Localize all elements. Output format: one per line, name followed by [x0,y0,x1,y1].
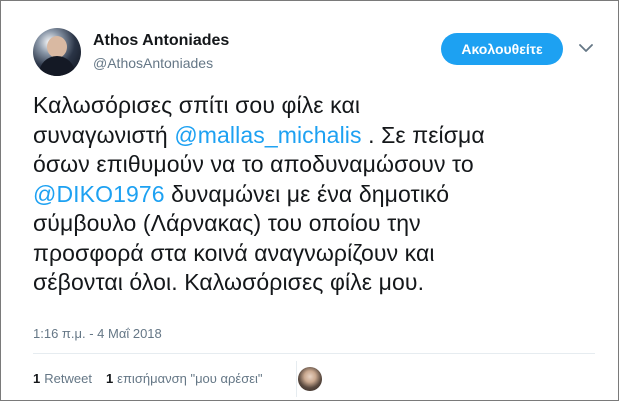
tweet-line: σέβονται όλοι. Καλωσόρισες φίλε μου. [33,268,593,298]
like-count: 1 [105,371,114,386]
tweet-text-segment: σέβονται όλοι. Καλωσόρισες φίλε μου. [33,269,425,295]
tweet-text-segment: όσων επιθυμούν να το αποδυναμώσουν το [33,151,474,177]
author-avatar[interactable] [33,28,81,76]
like-stat[interactable]: 1 επισήμανση "μου αρέσει" [106,371,263,386]
tweet-text: Καλωσόρισες σπίτι σου φίλε και συναγωνισ… [33,91,593,298]
tweet-text-segment: Καλωσόρισες σπίτι σου φίλε και [33,92,361,118]
avatar-body [39,56,75,76]
divider [296,361,297,397]
tweet-text-segment: . Σε πείσμα [361,121,485,148]
mention-link-diko1976[interactable]: @DIKO1976 [33,181,165,207]
tweet-stats: 1 Retweet 1 επισήμανση "μου αρέσει" [33,361,297,397]
author-name[interactable]: Athos Antoniades [93,32,229,50]
avatar-head [47,36,67,58]
chevron-down-icon[interactable] [579,43,593,53]
author-handle[interactable]: @AthosAntoniades [93,55,213,71]
divider [33,353,595,354]
tweet-line: @DIKO1976 δυναμώνει με ένα δημοτικό [33,180,593,210]
retweet-count: 1 [33,371,41,386]
tweet-text-segment: σύμβουλο (Λάρνακας) του οποίου την [33,210,421,236]
tweet-timestamp[interactable]: 1:16 π.μ. - 4 Μαΐ 2018 [33,326,162,341]
tweet-card: Athos Antoniades @AthosAntoniades Ακολου… [0,0,619,401]
mention-link-mallas-michalis[interactable]: @mallas_michalis [174,122,361,148]
tweet-line: προσφορά στα κοινά αναγνωρίζουν και [33,239,593,269]
tweet-line: Καλωσόρισες σπίτι σου φίλε και [33,91,593,121]
tweet-line: σύμβουλο (Λάρνακας) του οποίου την [33,209,593,239]
tweet-text-segment: δυναμώνει με ένα δημοτικό [164,180,450,207]
retweet-stat[interactable]: 1 Retweet [33,371,92,386]
liker-avatar[interactable] [298,367,322,391]
tweet-text-segment: συναγωνιστή [33,121,175,148]
tweet-text-segment: προσφορά στα κοινά αναγνωρίζουν και [33,239,435,266]
following-button[interactable]: Ακολουθείτε [441,33,563,65]
tweet-line: συναγωνιστή @mallas_michalis . Σε πείσμα [33,121,593,151]
like-label: επισήμανση "μου αρέσει" [117,371,263,386]
retweet-label: Retweet [44,371,92,386]
tweet-line: όσων επιθυμούν να το αποδυναμώσουν το [33,150,593,180]
